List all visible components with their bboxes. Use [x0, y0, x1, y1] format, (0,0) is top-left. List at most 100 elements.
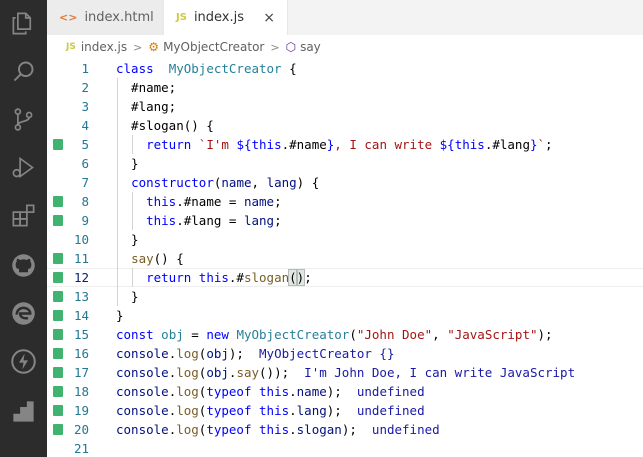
gutter-change-marker[interactable] [53, 424, 63, 435]
code-token: say [236, 365, 260, 380]
code-line[interactable]: 13 } [47, 287, 643, 306]
code-token: . [289, 422, 297, 437]
code-line[interactable]: 15 const obj = new MyObjectCreator("John … [47, 325, 643, 344]
tab-index-js[interactable]: JS index.js × [164, 0, 288, 35]
code-text: console.log(obj.say()); I'm John Doe, I … [116, 363, 575, 382]
extensions-icon[interactable] [10, 202, 37, 229]
code-token: () { [153, 251, 184, 266]
code-text: } [116, 306, 124, 325]
code-line[interactable]: 21 [47, 439, 643, 457]
breadcrumb: JS index.js > ⚙ MyObjectCreator > ⬡ say [47, 35, 643, 59]
line-number: 2 [81, 80, 89, 95]
gutter-change-marker[interactable] [53, 329, 63, 340]
line-number: 7 [81, 175, 89, 190]
code-token: } [116, 232, 139, 247]
close-icon[interactable]: × [263, 10, 275, 26]
code-token: log [176, 422, 199, 437]
code-line[interactable]: 19 console.log(typeof this.lang); undefin… [47, 401, 643, 420]
code-line[interactable]: 4 #slogan() { [47, 116, 643, 135]
code-text: console.log(obj); MyObjectCreator {} [116, 344, 394, 363]
code-text: this.#name = name; [116, 192, 281, 211]
code-editor[interactable]: 1 class MyObjectCreator {2 #name; 3 #lang;… [47, 59, 643, 457]
code-line[interactable]: 5 return `I'm ${this.#name}, I can write… [47, 135, 643, 154]
code-token: MyObjectCreator [168, 61, 282, 76]
code-token: this [259, 384, 290, 399]
code-line[interactable]: 6 } [47, 154, 643, 173]
breadcrumb-file[interactable]: index.js [81, 40, 127, 54]
code-token: console [116, 365, 169, 380]
code-line[interactable]: 17 console.log(obj.say()); I'm John Doe, … [47, 363, 643, 382]
code-line[interactable]: 16 console.log(obj); MyObjectCreator {} [47, 344, 643, 363]
gutter-change-marker[interactable] [53, 348, 63, 359]
code-line[interactable]: 1 class MyObjectCreator { [47, 59, 643, 78]
code-token: { [281, 61, 297, 76]
code-token: log [176, 346, 199, 361]
code-line[interactable]: 9 this.#lang = lang; [47, 211, 643, 230]
code-token: obj [206, 346, 229, 361]
code-token: slogan [243, 270, 290, 285]
code-line[interactable]: 2 #name; [47, 78, 643, 97]
code-token: "JavaScript" [447, 327, 538, 342]
source-control-icon[interactable] [10, 106, 37, 133]
tab-label: index.js [193, 10, 245, 25]
chevron-right-icon: > [133, 40, 143, 54]
lightning-icon[interactable] [10, 348, 37, 375]
code-line[interactable]: 14} [47, 306, 643, 325]
code-text: return this.#slogan(); [116, 268, 312, 287]
code-token: ); [326, 403, 357, 418]
code-token: , [251, 175, 267, 190]
run-debug-icon[interactable] [10, 154, 37, 181]
search-icon[interactable] [10, 58, 37, 85]
chevron-right-icon: > [270, 40, 280, 54]
gutter-change-marker[interactable] [53, 215, 63, 226]
code-token: #slogan() { [116, 118, 214, 133]
code-line[interactable]: 12 return this.#slogan(); [47, 268, 643, 287]
gutter-change-marker[interactable] [53, 272, 63, 283]
code-token: typeof [206, 403, 252, 418]
gutter-change-marker[interactable] [53, 367, 63, 378]
code-token: } [116, 308, 124, 323]
breadcrumb-method[interactable]: say [300, 40, 321, 54]
code-token: = [183, 327, 207, 342]
gutter-change-marker[interactable] [53, 310, 63, 321]
line-number: 10 [73, 232, 89, 247]
code-token: this [146, 194, 177, 209]
code-token: #lang; [116, 99, 177, 114]
tab-label: index.html [84, 10, 154, 25]
gutter-change-marker[interactable] [53, 405, 63, 416]
code-text: #slogan() { [116, 116, 214, 135]
inline-output: undefined [356, 403, 425, 418]
code-token: .#lang = [176, 213, 244, 228]
gutter-change-marker[interactable] [53, 139, 63, 150]
code-line[interactable]: 3 #lang; [47, 97, 643, 116]
code-text: return `I'm ${this.#name}, I can write $… [116, 135, 553, 154]
code-line[interactable]: 11 say() { [47, 249, 643, 268]
code-line[interactable]: 10 } [47, 230, 643, 249]
edge-icon[interactable] [10, 300, 37, 327]
breadcrumb-class[interactable]: MyObjectCreator [163, 40, 264, 54]
explorer-icon[interactable] [10, 10, 37, 37]
code-line[interactable]: 7 constructor(name, lang) { [47, 173, 643, 192]
code-token: log [176, 384, 199, 399]
remote-icon[interactable] [10, 398, 37, 425]
code-line[interactable]: 18 console.log(typeof this.name); undefin… [47, 382, 643, 401]
gutter-change-marker[interactable] [53, 253, 63, 264]
gutter-change-marker[interactable] [53, 196, 63, 207]
code-text: } [116, 154, 139, 173]
line-number: 21 [73, 441, 89, 456]
tab-index-html[interactable]: <> index.html [47, 0, 164, 35]
github-icon[interactable] [10, 252, 37, 279]
code-token: ; [545, 137, 553, 152]
code-line[interactable]: 20 console.log(typeof this.slogan); undef… [47, 420, 643, 439]
code-line[interactable]: 8 this.#name = name; [47, 192, 643, 211]
code-token: log [176, 365, 199, 380]
line-number: 14 [73, 308, 89, 323]
gutter-change-marker[interactable] [53, 386, 63, 397]
code-token: lang [266, 175, 297, 190]
gutter-change-marker[interactable] [53, 291, 63, 302]
class-icon: ⚙ [148, 40, 160, 54]
